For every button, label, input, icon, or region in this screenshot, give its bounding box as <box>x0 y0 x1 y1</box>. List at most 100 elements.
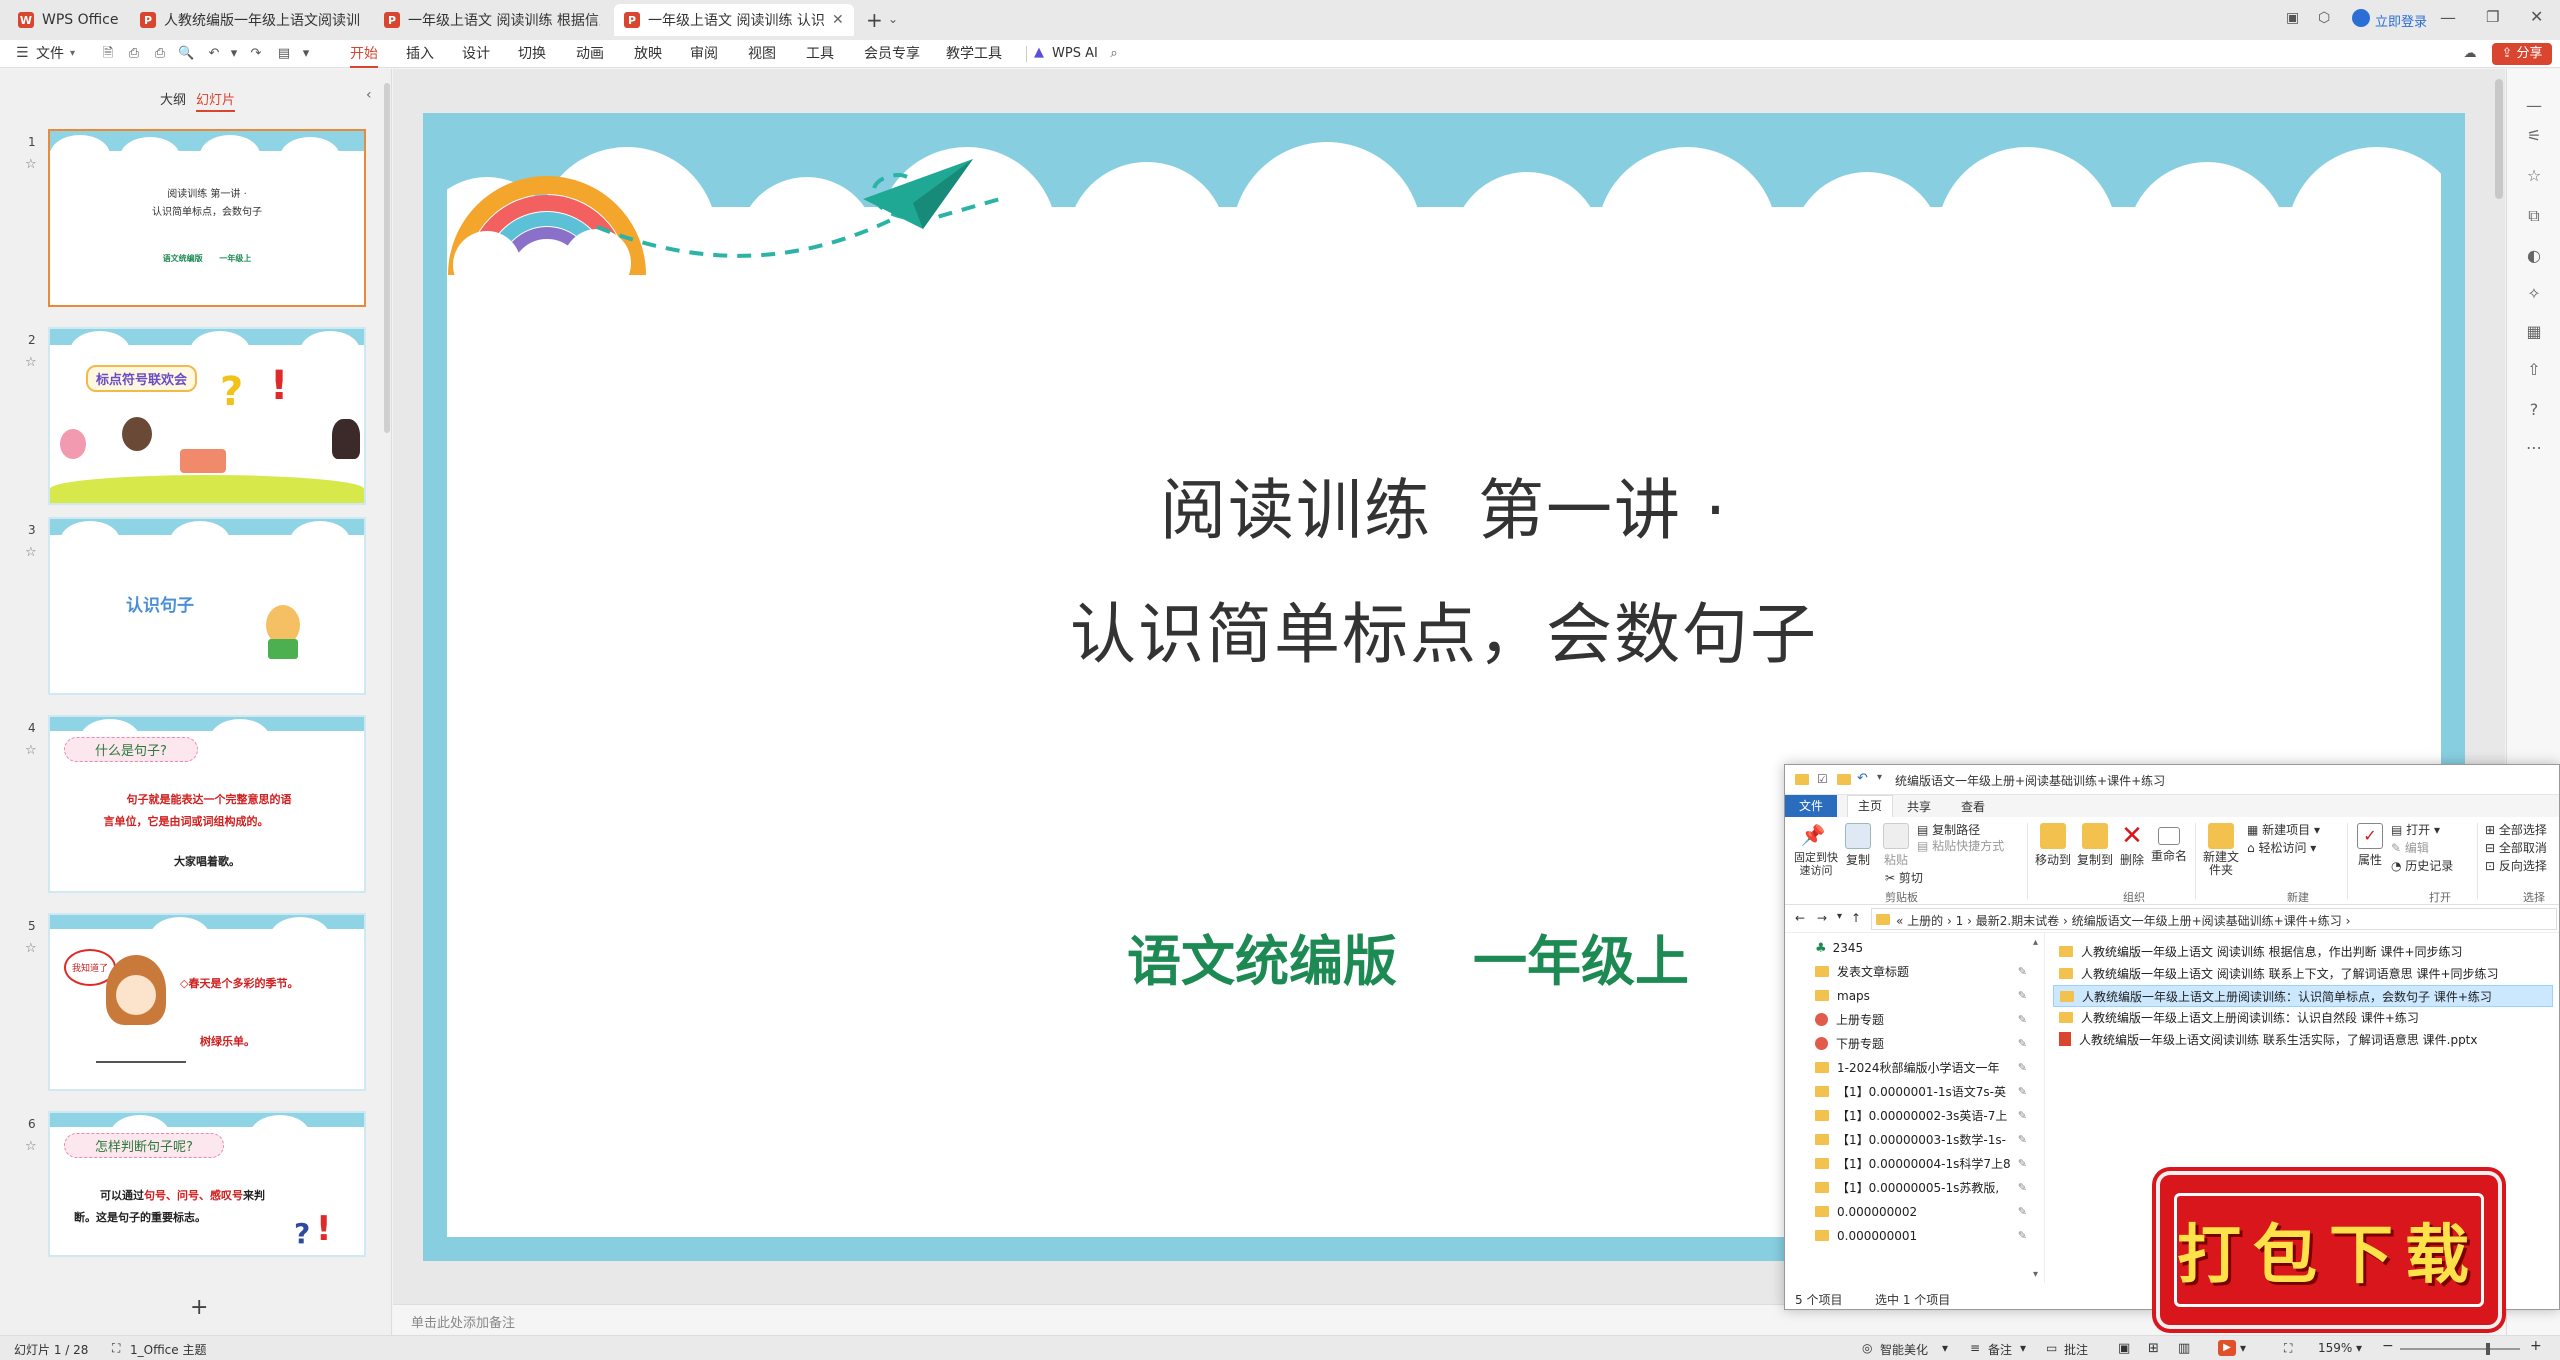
star-icon[interactable]: ☆ <box>25 545 37 560</box>
nav-item[interactable]: maps ✎ <box>1815 985 2033 1007</box>
nav-item[interactable]: 上册专题 ✎ <box>1815 1009 2033 1031</box>
star-icon[interactable]: ☆ <box>25 1139 37 1154</box>
zoom-slider[interactable] <box>2400 1343 2520 1355</box>
tab-document-3[interactable]: P 一年级上语文 阅读训练 认识简 ✕ <box>614 4 854 36</box>
copy-path-button[interactable]: ▤ 复制路径 <box>1917 821 1980 838</box>
open-button[interactable]: ▤ 打开 ▾ <box>2391 821 2440 838</box>
file-row[interactable]: 人教统编版一年级上语文 阅读训练 根据信息，作出判断 课件+同步练习 <box>2053 941 2553 963</box>
scroll-up-icon[interactable]: ▴ <box>2033 937 2038 948</box>
zoom-out-icon[interactable]: − <box>2382 1338 2394 1354</box>
zoom-level[interactable]: 159% <box>2318 1341 2352 1355</box>
reading-view-icon[interactable]: ▥ <box>2178 1341 2190 1356</box>
chevron-down-icon[interactable]: ▾ <box>1877 772 1882 783</box>
menu-review[interactable]: 审阅 <box>690 44 718 64</box>
menu-animation[interactable]: 动画 <box>576 44 604 64</box>
menu-transition[interactable]: 切换 <box>518 44 546 64</box>
star-icon[interactable]: ☆ <box>25 941 37 956</box>
comments-toggle-button[interactable]: 批注 <box>2064 1341 2088 1358</box>
nav-item[interactable]: ♣ 2345 <box>1815 937 2033 959</box>
add-slide-button[interactable]: + <box>190 1295 208 1320</box>
minus-icon[interactable]: — <box>2523 95 2545 117</box>
cloud-upload-icon[interactable]: ⇧ <box>2523 359 2545 381</box>
slideshow-play-icon[interactable]: ▶ <box>2218 1340 2236 1356</box>
paste-shortcut-button[interactable]: ▤ 粘贴快捷方式 <box>1917 837 2004 854</box>
nav-item[interactable]: 0.000000001 ✎ <box>1815 1225 2033 1247</box>
chevron-down-icon[interactable]: ▾ <box>2356 1341 2362 1355</box>
menu-tools[interactable]: 工具 <box>806 44 834 64</box>
share-button[interactable]: ⇪ 分享 <box>2492 43 2552 65</box>
nav-item[interactable]: 下册专题 ✎ <box>1815 1033 2033 1055</box>
tab-outline[interactable]: 大纲 <box>160 89 186 108</box>
panel-scrollbar[interactable] <box>384 83 390 433</box>
new-folder-button[interactable]: 新建文件夹 <box>2203 823 2239 877</box>
slide-sorter-icon[interactable]: ⊞ <box>2148 1341 2159 1356</box>
menu-slideshow[interactable]: 放映 <box>634 44 662 64</box>
slide-thumbnail-1[interactable]: 阅读训练 第一讲 · 认识简单标点，会数句子 语文统编版 一年级上 <box>48 129 366 307</box>
theme-name[interactable]: 1_Office 主题 <box>130 1341 206 1358</box>
slide-thumbnail-3[interactable]: 认识句子 <box>48 517 366 695</box>
nav-item[interactable]: 0.000000002 ✎ <box>1815 1201 2033 1223</box>
window-layout-icon[interactable]: ▣ <box>2286 10 2299 26</box>
undo-icon[interactable]: ↶ <box>1857 771 1868 786</box>
forward-arrow-icon[interactable]: → <box>1817 911 1827 925</box>
copy-icon[interactable]: ⧉ <box>2523 205 2545 227</box>
rename-button[interactable]: 重命名 <box>2151 823 2187 864</box>
undo-dropdown-icon[interactable]: ▾ <box>226 46 242 62</box>
more-tools-dropdown-icon[interactable]: ▾ <box>298 46 314 62</box>
slide-thumbnail-2[interactable]: 标点符号联欢会 ? ! <box>48 327 366 505</box>
ribbon-tab-share[interactable]: 共享 <box>1907 798 1931 815</box>
tab-wps-office[interactable]: W WPS Office <box>8 4 128 36</box>
login-link[interactable]: 立即登录 <box>2375 11 2427 30</box>
slide-thumbnail-5[interactable]: 我知道了 ◇春天是个多彩的季节。 树绿乐单。 <box>48 913 366 1091</box>
slide-grade[interactable]: 一年级上 <box>1473 917 1689 996</box>
menu-insert[interactable]: 插入 <box>406 44 434 64</box>
nav-item[interactable]: 发表文章标题 ✎ <box>1815 961 2033 983</box>
up-arrow-icon[interactable]: ↑ <box>1851 911 1861 925</box>
ribbon-tab-file[interactable]: 文件 <box>1785 795 1837 817</box>
menu-file[interactable]: 文件 <box>36 44 64 64</box>
menu-teaching-tools[interactable]: 教学工具 <box>946 44 1002 64</box>
chevron-down-icon[interactable]: ▾ <box>70 48 75 59</box>
menu-design[interactable]: 设计 <box>462 44 490 64</box>
notes-toggle-button[interactable]: 备注 <box>1988 1341 2012 1358</box>
invert-selection-button[interactable]: ⊡ 反向选择 <box>2485 857 2547 874</box>
canvas-scrollbar[interactable] <box>2495 79 2503 199</box>
file-row[interactable]: 人教统编版一年级上语文上册阅读训练：认识自然段 课件+练习 <box>2053 1007 2553 1029</box>
new-item-button[interactable]: ▦ 新建项目 ▾ <box>2247 821 2320 838</box>
palette-icon[interactable]: ◐ <box>2523 245 2545 267</box>
help-icon[interactable]: ? <box>2523 399 2545 421</box>
nav-item[interactable]: 【1】0.0000001-1s语文7s-英 ✎ <box>1815 1081 2033 1103</box>
cube-icon[interactable]: ⬡ <box>2318 10 2330 26</box>
select-none-button[interactable]: ⊟ 全部取消 <box>2485 839 2547 856</box>
nav-item[interactable]: 【1】0.00000005-1s苏教版, ✎ <box>1815 1177 2033 1199</box>
slide-thumbnail-4[interactable]: 什么是句子? 句子就是能表达一个完整意思的语 言单位，它是由词或词组构成的。 大… <box>48 715 366 893</box>
cloud-sync-icon[interactable]: ☁ <box>2462 46 2478 62</box>
address-field[interactable]: « 上册的 › 1 › 最新2.期末试卷 › 统编版语文一年级上册+阅读基础训练… <box>1871 908 2557 930</box>
menu-home[interactable]: 开始 <box>350 44 378 68</box>
chevron-down-icon[interactable]: ▾ <box>2020 1341 2026 1355</box>
print-icon[interactable]: ⎙ <box>152 46 168 62</box>
normal-view-icon[interactable]: ▣ <box>2118 1341 2130 1356</box>
hamburger-icon[interactable]: ☰ <box>16 45 29 61</box>
zoom-slider-handle[interactable] <box>2486 1343 2490 1355</box>
nav-item[interactable]: 【1】0.00000002-3s英语-7上 ✎ <box>1815 1105 2033 1127</box>
slide-title-line2[interactable]: 认识简单标点，会数句子 <box>447 581 2441 677</box>
star-icon[interactable]: ☆ <box>25 157 37 172</box>
sliders-icon[interactable]: ⚟ <box>2523 125 2545 147</box>
pin-quick-access-button[interactable]: 📌 固定到快速访问 <box>1791 823 1838 877</box>
properties-button[interactable]: ✓ 属性 <box>2357 823 2383 868</box>
undo-icon[interactable]: ↶ <box>206 46 222 62</box>
file-row[interactable]: 人教统编版一年级上语文阅读训练 联系生活实际，了解词语意思 课件.pptx <box>2053 1029 2553 1051</box>
document-check-icon[interactable]: ▦ <box>2523 321 2545 343</box>
menu-member[interactable]: 会员专享 <box>864 44 920 64</box>
chevron-down-icon[interactable]: ▾ <box>1942 1341 1948 1355</box>
file-row-selected[interactable]: 人教统编版一年级上语文上册阅读训练：认识简单标点，会数句子 课件+练习 <box>2053 985 2553 1007</box>
nav-item[interactable]: 【1】0.00000003-1s数学-1s- ✎ <box>1815 1129 2033 1151</box>
star-icon[interactable]: ☆ <box>25 743 37 758</box>
move-to-button[interactable]: 移动到 <box>2035 823 2071 868</box>
print-preview-icon[interactable]: 🔍 <box>178 46 194 62</box>
smart-beautify-button[interactable]: 智能美化 <box>1880 1341 1928 1358</box>
new-folder-icon[interactable] <box>1837 774 1851 785</box>
copy-button[interactable]: 复制 <box>1845 823 1871 868</box>
tab-document-1[interactable]: P 人教统编版一年级上语文阅读训练 联 <box>130 4 370 36</box>
